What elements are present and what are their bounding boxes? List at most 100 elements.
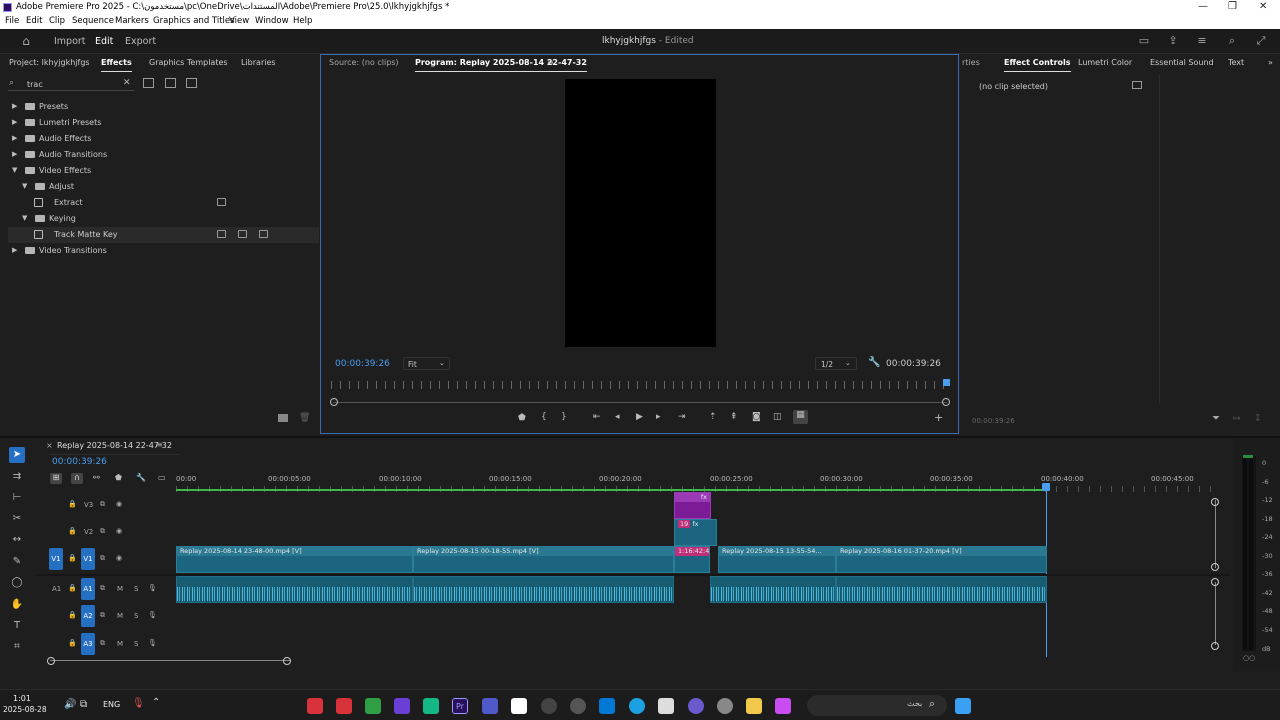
- outlook-icon[interactable]: [599, 698, 615, 714]
- track-label[interactable]: V2: [84, 528, 93, 536]
- filter-icon[interactable]: ⏷: [1212, 413, 1220, 424]
- menu-markers[interactable]: Markers: [115, 16, 149, 26]
- mute-button[interactable]: M: [117, 585, 123, 593]
- lock-icon[interactable]: 🔒: [68, 584, 77, 592]
- scroll-handle-right[interactable]: [283, 657, 291, 665]
- lift-icon[interactable]: ⇡: [709, 412, 717, 422]
- microphone-icon[interactable]: 🎙: [148, 639, 157, 647]
- lock-icon[interactable]: 🔒: [68, 611, 77, 619]
- pen-tool-icon[interactable]: ✎: [9, 554, 25, 570]
- audio-clip[interactable]: [836, 576, 1047, 603]
- resolution-dropdown[interactable]: 1/2 ⌄: [815, 357, 857, 370]
- sync-lock-icon[interactable]: ⧉: [100, 527, 105, 536]
- effects-tree-item[interactable]: ▼ Keying: [8, 211, 319, 227]
- sequence-menu-icon[interactable]: ≡: [156, 440, 163, 449]
- chevron-right-icon[interactable]: ▶: [12, 118, 17, 126]
- eye-icon[interactable]: ◉: [116, 500, 122, 508]
- timeline-horizontal-scrollbar[interactable]: [50, 660, 290, 661]
- linked-selection-icon[interactable]: ⚯: [93, 473, 100, 482]
- tab-source-monitor[interactable]: Source: (no clips): [329, 58, 399, 67]
- chevron-right-icon[interactable]: ▶: [12, 134, 17, 142]
- comparison-view-icon[interactable]: ◫: [773, 412, 782, 422]
- close-sequence-icon[interactable]: ×: [46, 441, 53, 450]
- minimize-button[interactable]: —: [1198, 1, 1208, 12]
- tab-edit[interactable]: Edit: [95, 36, 113, 47]
- tab-libraries[interactable]: Libraries: [241, 58, 276, 67]
- lock-icon[interactable]: 🔒: [68, 639, 77, 647]
- audio-clip[interactable]: [710, 576, 836, 603]
- button-editor-icon[interactable]: +: [934, 411, 943, 424]
- effects-tree-item[interactable]: ▼ Video Effects: [8, 163, 319, 179]
- snap-icon[interactable]: ∩: [71, 473, 83, 484]
- eye-icon[interactable]: ◉: [116, 527, 122, 535]
- track-label[interactable]: V3: [84, 501, 93, 509]
- chevron-right-icon[interactable]: ▶: [12, 102, 17, 110]
- fit-dropdown[interactable]: Fit ⌄: [403, 357, 450, 370]
- search-icon[interactable]: ⌕: [1226, 35, 1238, 47]
- file-explorer-icon[interactable]: [746, 698, 762, 714]
- chevron-right-icon[interactable]: ▶: [12, 246, 17, 254]
- wrench-icon[interactable]: 🔧: [868, 357, 880, 368]
- fullscreen-icon[interactable]: ⤢: [1255, 35, 1267, 47]
- video-clip[interactable]: Replay 2025-08-15 13-55-54...: [718, 546, 836, 573]
- menu-help[interactable]: Help: [293, 16, 312, 26]
- tab-effect-controls[interactable]: Effect Controls: [1004, 58, 1071, 72]
- new-bin-icon[interactable]: [278, 414, 288, 422]
- track-target-v1[interactable]: V1: [81, 548, 95, 570]
- track-target-audio[interactable]: A1: [81, 578, 95, 600]
- track-target-audio[interactable]: A2: [81, 605, 95, 627]
- chevron-down-icon[interactable]: ▼: [12, 166, 17, 174]
- work-area-bar[interactable]: [176, 489, 1047, 491]
- clear-search-icon[interactable]: ✕: [123, 78, 131, 88]
- panel-menu-icon[interactable]: ≡: [547, 58, 554, 67]
- play-icon[interactable]: ▶: [636, 412, 643, 422]
- maximize-button[interactable]: ❐: [1228, 1, 1237, 12]
- audio-clip[interactable]: [413, 576, 674, 603]
- taskbar-app-icon[interactable]: [511, 698, 527, 714]
- solo-button[interactable]: S: [134, 640, 138, 648]
- add-marker-icon[interactable]: ⬟: [518, 413, 526, 423]
- tray-overflow-icon[interactable]: ⌃: [152, 697, 160, 708]
- video-clip[interactable]: Replay 2025-08-16 01-37-20.mp4 [V]: [836, 546, 1047, 573]
- copilot-icon[interactable]: [775, 698, 791, 714]
- export-icon[interactable]: ↧: [1254, 414, 1262, 424]
- microphone-icon[interactable]: 🎙: [132, 698, 145, 709]
- tab-program-monitor[interactable]: Program: Replay 2025-08-14 22-47-32: [415, 58, 587, 72]
- mark-in-icon[interactable]: {: [541, 412, 547, 422]
- tab-properties[interactable]: rties: [962, 58, 980, 67]
- go-to-out-icon[interactable]: ⇥: [678, 412, 686, 422]
- selection-tool-icon[interactable]: ➤: [9, 447, 25, 463]
- slip-tool-icon[interactable]: ↔: [9, 532, 25, 548]
- monitor-time-ruler[interactable]: [331, 381, 948, 389]
- tab-project[interactable]: Project: lkhyjgkhjfgs: [9, 58, 90, 67]
- edge-icon[interactable]: [629, 698, 645, 714]
- track-select-tool-icon[interactable]: ⇉: [9, 469, 25, 485]
- store-icon[interactable]: [658, 698, 674, 714]
- tab-essential-sound[interactable]: Essential Sound: [1150, 58, 1214, 67]
- video-clip[interactable]: Replay 2025-08-15 00-18-55.mp4 [V]: [413, 546, 674, 573]
- panel-overflow-icon[interactable]: »: [1268, 58, 1273, 67]
- workspace-panel-icon[interactable]: ▭: [1138, 35, 1150, 47]
- effects-tree-item[interactable]: ▶ Video Transitions: [8, 243, 319, 259]
- yuv-filter-icon[interactable]: [186, 78, 197, 88]
- taskbar-app-icon[interactable]: [717, 698, 733, 714]
- menu-sequence[interactable]: Sequence: [72, 16, 114, 26]
- menu-file[interactable]: File: [5, 16, 19, 26]
- clock-date[interactable]: 2025-08-28: [3, 705, 47, 714]
- step-forward-icon[interactable]: ▸: [656, 412, 661, 422]
- zoom-handle-left[interactable]: [330, 398, 338, 406]
- volume-icon[interactable]: 🔊: [64, 699, 76, 710]
- tab-lumetri-color[interactable]: Lumetri Color: [1078, 58, 1132, 67]
- solo-button[interactable]: S: [134, 612, 138, 620]
- show-timeline-icon[interactable]: [1132, 81, 1142, 89]
- step-back-icon[interactable]: ◂: [615, 412, 620, 422]
- razor-tool-icon[interactable]: ✂: [9, 511, 25, 527]
- add-marker-icon[interactable]: ⬟: [115, 473, 122, 482]
- extract-icon[interactable]: ⇞: [730, 412, 738, 422]
- clock-time[interactable]: 1:01: [13, 694, 31, 703]
- taskbar-app-icon[interactable]: [423, 698, 439, 714]
- effects-tree-item[interactable]: ▶ Lumetri Presets: [8, 115, 319, 131]
- close-button[interactable]: ✕: [1259, 1, 1267, 12]
- taskbar-app-icon[interactable]: [336, 698, 352, 714]
- caption-tool-icon[interactable]: ⌗: [9, 639, 25, 655]
